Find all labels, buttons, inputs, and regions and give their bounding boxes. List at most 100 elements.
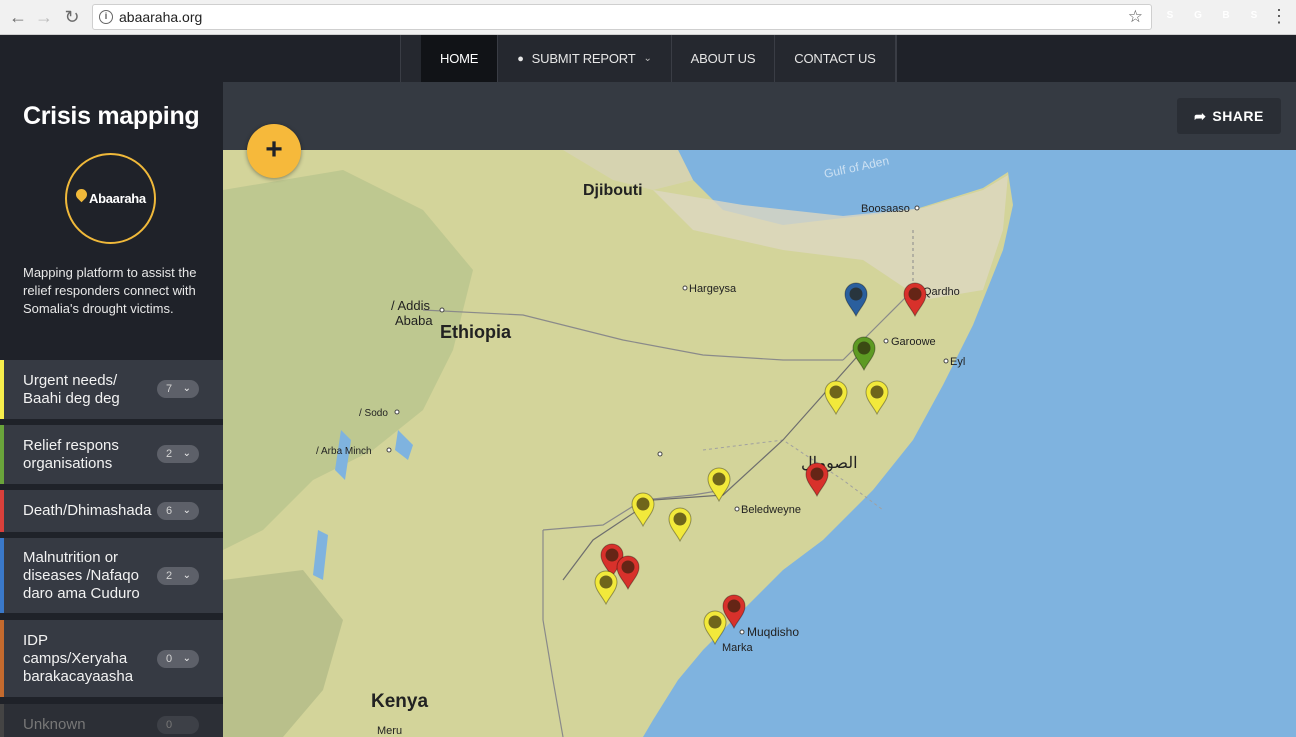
- skype-extension-icon[interactable]: S: [1162, 8, 1178, 24]
- label-djibouti: Djibouti: [583, 182, 643, 199]
- category-label-line: daro ama Cuduro: [23, 585, 140, 602]
- nav-contact-label: CONTACT US: [794, 51, 876, 66]
- category-label-line: organisations: [23, 455, 113, 472]
- info-icon[interactable]: i: [99, 10, 113, 24]
- category-count: 2: [166, 570, 173, 582]
- map-panel: ➦ SHARE Djibouti Gulf of Aden Boosaaso Q…: [223, 82, 1296, 737]
- share-button[interactable]: ➦ SHARE: [1177, 98, 1281, 134]
- label-eyl: Eyl: [950, 356, 965, 368]
- city-dot: [734, 506, 740, 512]
- city-dot: [439, 307, 445, 313]
- category-death[interactable]: Death/Dhimashada 6 ⌄: [0, 490, 223, 532]
- bookmark-star-icon[interactable]: ☆: [1128, 7, 1143, 27]
- category-unknown[interactable]: Unknown 0: [0, 704, 223, 737]
- nav-submit-label: SUBMIT REPORT: [531, 51, 636, 66]
- category-label-line: IDP: [23, 632, 49, 649]
- category-label-line: Malnutrition or: [23, 549, 119, 566]
- category-malnutrition[interactable]: Malnutrition or diseases /Nafaqo daro ama …: [0, 538, 223, 613]
- site-header: HOME ● SUBMIT REPORT ⌄ ABOUT US CONTACT …: [0, 35, 1296, 82]
- marker-dot: [599, 575, 613, 589]
- marker-dot: [636, 497, 650, 511]
- category-count: 0: [166, 719, 173, 731]
- category-count: 0: [166, 653, 173, 665]
- chevron-down-icon: ⌄: [182, 383, 191, 394]
- category-idp-camps[interactable]: IDP camps/Xeryaha barakacayaasha 0 ⌄: [0, 620, 223, 697]
- label-garoowe: Garoowe: [891, 336, 936, 348]
- nav-about[interactable]: ABOUT US: [672, 35, 776, 82]
- share-icon: ➦: [1194, 108, 1207, 124]
- city-dot: [883, 338, 889, 344]
- city-dot: [739, 629, 745, 635]
- browser-toolbar: ← → ↻ i abaaraha.org ☆ S G B S ⋮: [0, 0, 1296, 35]
- city-dot: [914, 205, 920, 211]
- city-dot: [386, 447, 392, 453]
- logo-text: Abaaraha: [89, 191, 146, 206]
- category-count-toggle[interactable]: 7 ⌄: [157, 380, 199, 398]
- url-text[interactable]: abaaraha.org: [119, 9, 202, 25]
- chevron-down-icon: ⌄: [182, 505, 191, 516]
- nav-about-label: ABOUT US: [690, 51, 756, 66]
- nav-submit-report[interactable]: ● SUBMIT REPORT ⌄: [498, 35, 672, 82]
- b-extension-icon[interactable]: B: [1218, 8, 1234, 24]
- category-label: IDP camps/Xeryaha barakacayaasha: [23, 632, 163, 686]
- marker-dot: [829, 385, 843, 399]
- forward-icon[interactable]: →: [32, 5, 56, 29]
- category-urgent-needs[interactable]: Urgent needs/Baahi deg deg 7 ⌄: [0, 360, 223, 419]
- label-boosaaso: Boosaaso: [861, 203, 910, 215]
- category-label: Relief respons organisations: [23, 437, 163, 473]
- marker-dot: [849, 287, 863, 301]
- category-label-line: diseases /Nafaqo: [23, 567, 139, 584]
- nav-contact[interactable]: CONTACT US: [775, 35, 896, 82]
- category-count-toggle[interactable]: 0: [157, 716, 199, 734]
- sidebar-title: Crisis mapping: [23, 102, 200, 130]
- category-count-toggle[interactable]: 0 ⌄: [157, 650, 199, 668]
- share-label: SHARE: [1212, 108, 1264, 124]
- marker-dot: [712, 472, 726, 486]
- label-arba-minch: / Arba Minch: [316, 446, 372, 457]
- label-sodo: / Sodo: [359, 408, 388, 419]
- back-icon[interactable]: ←: [6, 5, 30, 29]
- s-extension-icon[interactable]: S: [1246, 8, 1262, 24]
- category-count-toggle[interactable]: 6 ⌄: [157, 502, 199, 520]
- marker-dot: [605, 548, 619, 562]
- sidebar-description: Mapping platform to assist the relief re…: [23, 265, 197, 316]
- category-relief-organisations[interactable]: Relief respons organisations 2 ⌄: [0, 425, 223, 484]
- label-ababa: Ababa: [395, 313, 433, 328]
- category-count: 7: [166, 383, 173, 395]
- add-report-button[interactable]: +: [247, 124, 301, 178]
- city-dot: [943, 358, 949, 364]
- chevron-down-icon: ⌄: [182, 653, 191, 664]
- category-label: Death/Dhimashada: [23, 502, 163, 520]
- category-label: Urgent needs/Baahi deg deg: [23, 372, 163, 408]
- chevron-down-icon: ⌄: [182, 448, 191, 459]
- reload-icon[interactable]: ↻: [60, 5, 84, 29]
- marker-dot: [727, 599, 741, 613]
- label-qardho: Qardho: [923, 286, 960, 298]
- category-count-toggle[interactable]: 2 ⌄: [157, 445, 199, 463]
- logo-pin-icon: [73, 186, 90, 203]
- category-count: 6: [166, 505, 173, 517]
- category-label-line: Death/Dhimashada: [23, 502, 152, 519]
- category-label: Malnutrition or diseases /Nafaqo daro ama …: [23, 549, 163, 603]
- label-kenya: Kenya: [371, 691, 428, 712]
- nav-home[interactable]: HOME: [421, 35, 499, 82]
- label-muqdisho: Muqdisho: [747, 625, 799, 639]
- marker-dot: [708, 615, 722, 629]
- category-label-line: barakacayaasha: [23, 668, 134, 685]
- label-ethiopia: Ethiopia: [440, 322, 512, 342]
- main-nav: HOME ● SUBMIT REPORT ⌄ ABOUT US CONTACT …: [400, 35, 897, 82]
- category-count-toggle[interactable]: 2 ⌄: [157, 567, 199, 585]
- category-label: Unknown: [23, 716, 163, 734]
- category-label-line: Baahi deg deg: [23, 390, 120, 407]
- browser-menu-icon[interactable]: ⋮: [1270, 6, 1288, 26]
- marker-dot: [870, 385, 884, 399]
- map-canvas[interactable]: Djibouti Gulf of Aden Boosaaso Qardho Ha…: [223, 150, 1296, 737]
- category-count: 2: [166, 448, 173, 460]
- address-bar[interactable]: i abaaraha.org ☆: [92, 4, 1152, 30]
- label-meru: Meru: [377, 725, 402, 737]
- nav-home-label: HOME: [440, 51, 479, 66]
- label-beledweyne: Beledweyne: [741, 504, 801, 516]
- grammarly-extension-icon[interactable]: G: [1190, 8, 1206, 24]
- chevron-down-icon: ⌄: [182, 570, 191, 581]
- category-label-line: Relief respons: [23, 437, 119, 454]
